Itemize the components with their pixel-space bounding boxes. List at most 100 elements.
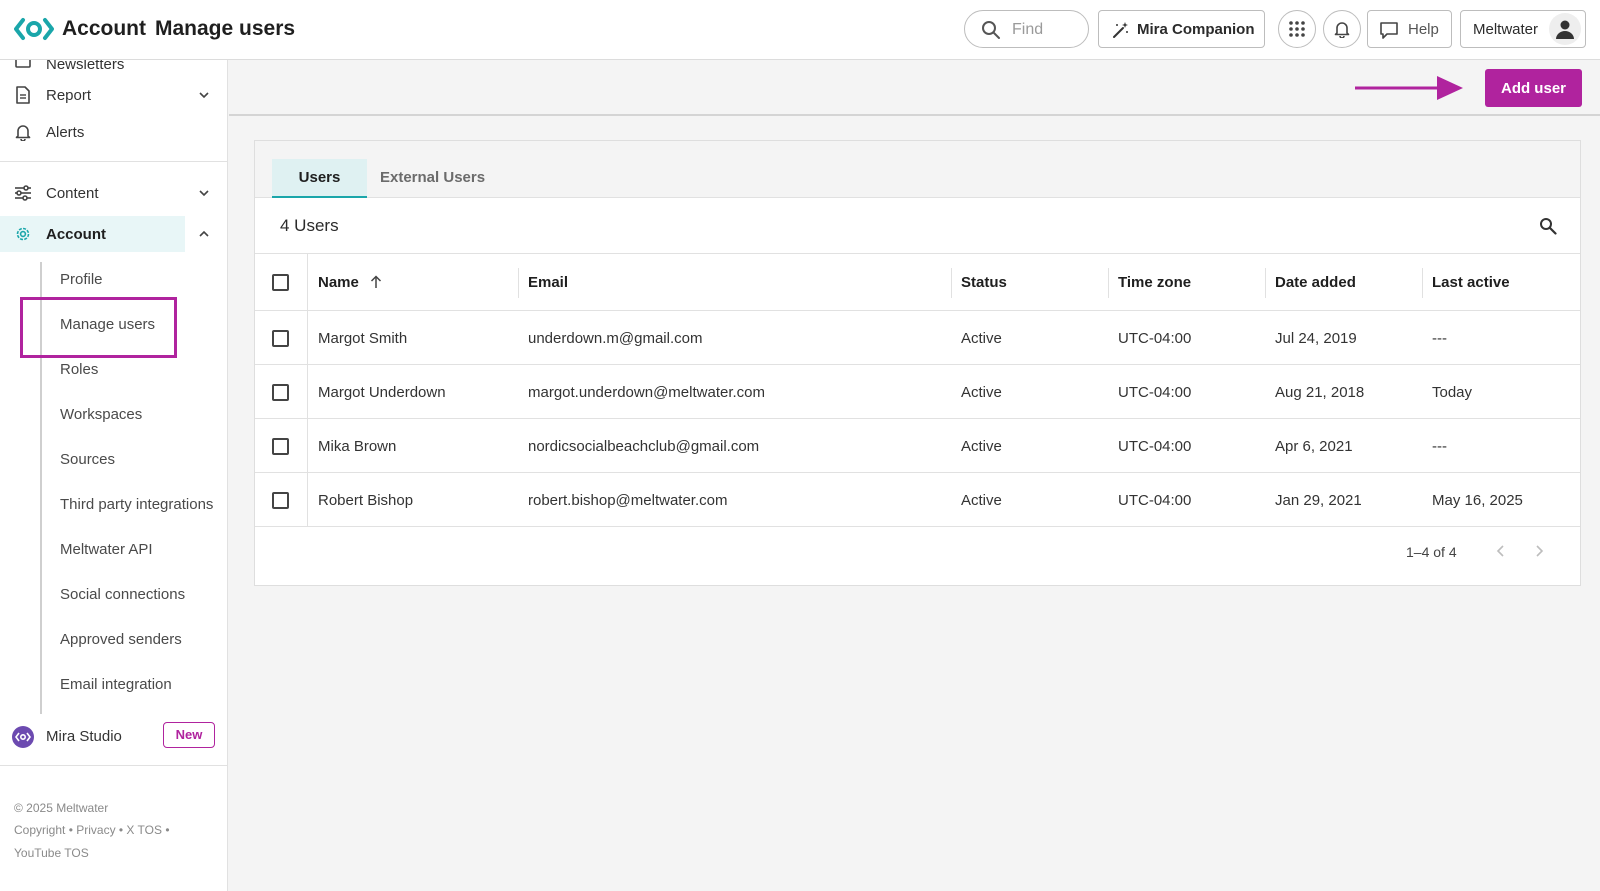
table-row[interactable]: Mika Brown nordicsocialbeachclub@gmail.c… xyxy=(255,419,1580,473)
column-separator xyxy=(951,268,952,298)
sidebar-item-label: Report xyxy=(46,87,92,104)
mira-companion-label: Mira Companion xyxy=(1137,21,1255,38)
notifications-button[interactable] xyxy=(1323,10,1361,48)
sidebar-sub-third-party-integrations[interactable]: Third party integrations xyxy=(60,496,213,513)
sidebar-sub-email-integration[interactable]: Email integration xyxy=(60,676,172,693)
sidebar-item-report[interactable]: Report xyxy=(0,77,227,113)
column-separator xyxy=(307,254,308,312)
find-placeholder: Find xyxy=(1012,21,1044,38)
tab-external-users[interactable]: External Users xyxy=(380,159,485,198)
sidebar-sub-approved-senders[interactable]: Approved senders xyxy=(60,631,182,648)
help-button[interactable]: Help xyxy=(1367,10,1452,48)
top-header: Account Manage users Find Mira Companion xyxy=(0,0,1600,60)
cell-last-active: Today xyxy=(1432,384,1473,401)
sidebar-sub-profile[interactable]: Profile xyxy=(60,271,103,288)
magic-wand-icon xyxy=(1113,22,1128,38)
tab-users[interactable]: Users xyxy=(272,159,367,198)
find-input[interactable]: Find xyxy=(964,10,1089,48)
table-row[interactable]: Robert Bishop robert.bishop@meltwater.co… xyxy=(255,473,1580,527)
column-separator xyxy=(1108,268,1109,298)
mira-studio-icon xyxy=(12,726,34,748)
users-count: 4 Users xyxy=(280,216,339,235)
page-section-title: Account xyxy=(62,17,146,40)
footer-copyright: © 2025 Meltwater xyxy=(14,801,109,815)
table-header: Name Email Status Time zone Date added L… xyxy=(255,253,1580,312)
cell-email: underdown.m@gmail.com xyxy=(528,330,703,347)
select-all-checkbox[interactable] xyxy=(272,274,289,291)
cell-name: Margot Smith xyxy=(318,330,408,347)
mira-companion-button[interactable]: Mira Companion xyxy=(1098,10,1265,48)
cell-time-zone: UTC-04:00 xyxy=(1118,384,1192,401)
search-icon xyxy=(982,21,1000,39)
gear-icon xyxy=(16,227,30,241)
bell-icon xyxy=(15,125,31,141)
sidebar-item-label: Newsletters xyxy=(46,60,125,73)
sidebar-item-mira-studio[interactable]: Mira Studio New xyxy=(0,720,227,756)
chevron-down-icon xyxy=(199,92,209,99)
sidebar-sub-roles[interactable]: Roles xyxy=(60,361,98,378)
document-icon xyxy=(16,86,30,104)
cell-name: Margot Underdown xyxy=(318,384,446,401)
avatar xyxy=(1549,13,1581,45)
column-header-name[interactable]: Name xyxy=(318,274,359,291)
sidebar-item-label: Alerts xyxy=(46,124,85,141)
column-separator xyxy=(518,268,519,298)
add-user-button[interactable]: Add user xyxy=(1485,69,1582,107)
column-header-time-zone[interactable]: Time zone xyxy=(1118,274,1191,291)
chevron-down-icon xyxy=(199,190,209,197)
table-row[interactable]: Margot Smith underdown.m@gmail.com Activ… xyxy=(255,311,1580,365)
cell-status: Active xyxy=(961,492,1002,509)
cell-name: Mika Brown xyxy=(318,438,397,455)
apps-grid-button[interactable] xyxy=(1278,10,1316,48)
row-checkbox[interactable] xyxy=(272,384,289,401)
help-label: Help xyxy=(1408,21,1439,38)
footer-links-youtube[interactable]: YouTube TOS xyxy=(14,846,89,860)
cell-date-added: Jul 24, 2019 xyxy=(1275,330,1357,347)
sidebar-sub-meltwater-api[interactable]: Meltwater API xyxy=(60,541,153,558)
tab-bar: Users External Users xyxy=(255,141,1580,198)
new-badge: New xyxy=(163,722,215,748)
cell-name: Robert Bishop xyxy=(318,492,414,509)
sidebar-item-label: Account xyxy=(46,226,106,243)
cell-time-zone: UTC-04:00 xyxy=(1118,492,1192,509)
sidebar-sub-social-connections[interactable]: Social connections xyxy=(60,586,185,603)
user-menu-button[interactable]: Meltwater xyxy=(1460,10,1586,48)
footer-links[interactable]: Copyright • Privacy • X TOS • xyxy=(14,823,170,837)
bell-icon xyxy=(1334,22,1350,38)
cell-time-zone: UTC-04:00 xyxy=(1118,330,1192,347)
sliders-icon xyxy=(15,185,31,201)
column-header-status[interactable]: Status xyxy=(961,274,1007,291)
row-checkbox[interactable] xyxy=(272,492,289,509)
row-checkbox[interactable] xyxy=(272,330,289,347)
column-separator xyxy=(307,419,308,473)
sidebar-item-content[interactable]: Content xyxy=(0,175,227,211)
arrow-right-icon xyxy=(1355,76,1463,100)
column-header-last-active[interactable]: Last active xyxy=(1432,274,1510,291)
column-separator xyxy=(1265,268,1266,298)
cell-date-added: Aug 21, 2018 xyxy=(1275,384,1365,401)
cell-email: margot.underdown@meltwater.com xyxy=(528,384,765,401)
chevron-right-icon[interactable] xyxy=(1533,543,1545,559)
sidebar-divider xyxy=(0,161,227,162)
user-name: Meltwater xyxy=(1473,21,1539,38)
column-separator xyxy=(307,473,308,527)
column-header-email[interactable]: Email xyxy=(528,274,568,291)
meltwater-logo-icon[interactable] xyxy=(14,16,54,42)
sidebar-item-alerts[interactable]: Alerts xyxy=(0,114,227,150)
sidebar-item-label: Content xyxy=(46,185,99,202)
person-icon xyxy=(1556,20,1574,39)
cell-last-active: May 16, 2025 xyxy=(1432,492,1523,509)
column-header-date-added[interactable]: Date added xyxy=(1275,274,1356,291)
table-row[interactable]: Margot Underdown margot.underdown@meltwa… xyxy=(255,365,1580,419)
row-checkbox[interactable] xyxy=(272,438,289,455)
sidebar-sub-workspaces[interactable]: Workspaces xyxy=(60,406,142,423)
manage-users-highlight-box xyxy=(20,297,177,358)
sort-ascending-icon[interactable] xyxy=(370,275,382,289)
chevron-left-icon[interactable] xyxy=(1495,543,1507,559)
sidebar: Newsletters Report Alerts Content Accoun… xyxy=(0,60,228,891)
sidebar-sub-sources[interactable]: Sources xyxy=(60,451,115,468)
search-icon[interactable] xyxy=(1539,217,1557,235)
cell-last-active: --- xyxy=(1432,438,1447,455)
column-separator xyxy=(1422,268,1423,298)
sidebar-item-account[interactable]: Account xyxy=(0,216,227,252)
